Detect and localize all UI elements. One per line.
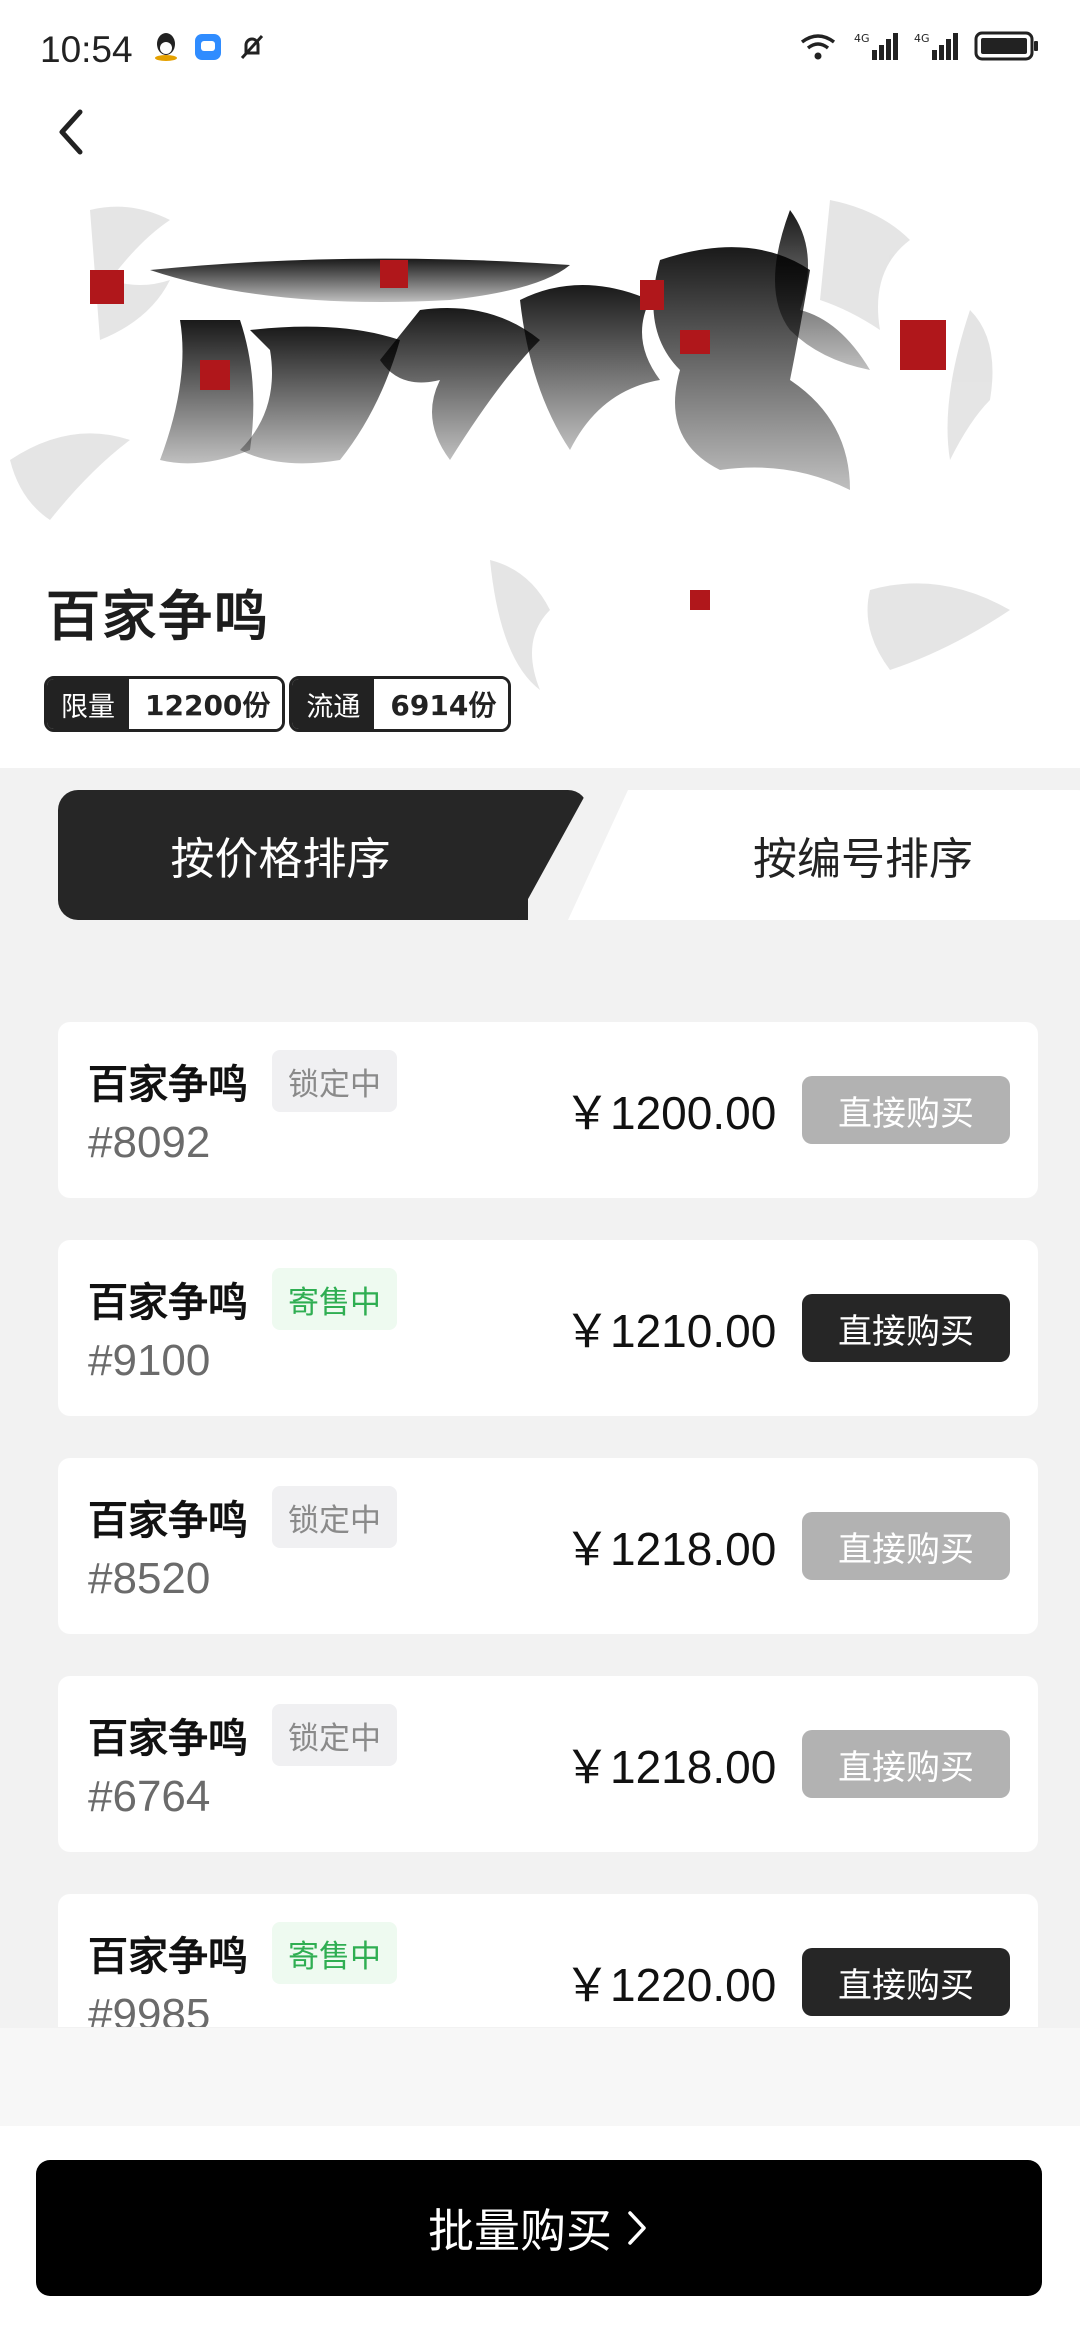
list-item[interactable]: 百家争鸣 锁定中 #8520 ￥1218.00 直接购买 [58, 1458, 1038, 1634]
status-bar: 10:54 4G 4G [0, 0, 1080, 100]
item-price: ￥1218.00 [564, 1523, 777, 1575]
buy-now-button[interactable]: 直接购买 [802, 1730, 1010, 1798]
hero-header: 10:54 4G 4G 百家争鸣 限量 12200份 流通 6914份 [0, 0, 1080, 768]
status-badge: 寄售中 [272, 1922, 397, 1984]
item-name: 百家争鸣 [88, 1934, 248, 1980]
collection-badges: 限量 12200份 流通 6914份 [44, 676, 512, 732]
item-serial: #9100 [88, 1336, 211, 1385]
item-price: ￥1210.00 [564, 1305, 777, 1357]
mute-icon [237, 30, 267, 71]
item-name: 百家争鸣 [88, 1716, 248, 1762]
badge-key: 流通 [292, 679, 375, 729]
calligraphy-banner-image [10, 200, 1010, 690]
list-item[interactable]: 百家争鸣 锁定中 #8092 ￥1200.00 直接购买 [58, 1022, 1038, 1198]
tab-sort-by-number[interactable]: 按编号排序 [568, 790, 1080, 920]
buy-now-button[interactable]: 直接购买 [802, 1294, 1010, 1362]
status-badge: 锁定中 [272, 1050, 397, 1112]
circulation-badge: 流通 6914份 [289, 676, 512, 732]
status-badge: 寄售中 [272, 1268, 397, 1330]
chevron-left-icon [59, 109, 83, 155]
item-price: ￥1220.00 [564, 1959, 777, 2011]
bulk-buy-label: 批量购买 [428, 2204, 612, 2258]
item-name: 百家争鸣 [88, 1062, 248, 1108]
sort-tabs: 按价格排序 按编号排序 [58, 790, 1080, 920]
bulk-buy-button[interactable]: 批量购买 [36, 2160, 1042, 2296]
list-item[interactable]: 百家争鸣 寄售中 #9985 ￥1220.00 直接购买 [58, 1894, 1038, 2027]
tab-label: 按价格排序 [170, 834, 391, 885]
svg-text:4G: 4G [854, 32, 870, 45]
limit-badge: 限量 12200份 [44, 676, 286, 732]
item-serial: #6764 [88, 1772, 211, 1821]
signal-4g-icon: 4G [854, 30, 898, 71]
list-item[interactable]: 百家争鸣 寄售中 #9100 ￥1210.00 直接购买 [58, 1240, 1038, 1416]
status-badge: 锁定中 [272, 1704, 397, 1766]
wifi-icon [798, 30, 838, 71]
item-name: 百家争鸣 [88, 1498, 248, 1544]
chevron-right-icon [628, 2211, 646, 2245]
back-button[interactable] [40, 100, 104, 164]
listing-list: 百家争鸣 锁定中 #8092 ￥1200.00 直接购买 百家争鸣 寄售中 #9… [58, 1022, 1038, 2027]
buy-now-button[interactable]: 直接购买 [802, 1948, 1010, 2016]
badge-value: 12200份 [129, 679, 283, 729]
buy-now-button[interactable]: 直接购买 [802, 1512, 1010, 1580]
qq-icon [153, 30, 179, 71]
item-serial: #9985 [88, 1990, 211, 2027]
item-name: 百家争鸣 [88, 1280, 248, 1326]
badge-key: 限量 [47, 679, 129, 729]
item-price: ￥1218.00 [564, 1741, 777, 1793]
status-time: 10:54 [40, 29, 133, 70]
message-icon [193, 30, 223, 71]
collection-title: 百家争鸣 [46, 585, 270, 648]
signal-4g-icon: 4G [914, 30, 958, 71]
item-serial: #8520 [88, 1554, 211, 1603]
badge-value: 6914份 [374, 679, 509, 729]
list-item[interactable]: 百家争鸣 锁定中 #6764 ￥1218.00 直接购买 [58, 1676, 1038, 1852]
buy-now-button[interactable]: 直接购买 [802, 1076, 1010, 1144]
battery-icon [974, 30, 1040, 71]
svg-text:4G: 4G [914, 32, 930, 45]
tab-label: 按编号排序 [753, 834, 973, 885]
item-price: ￥1200.00 [564, 1087, 777, 1139]
item-serial: #8092 [88, 1118, 211, 1167]
status-badge: 锁定中 [272, 1486, 397, 1548]
